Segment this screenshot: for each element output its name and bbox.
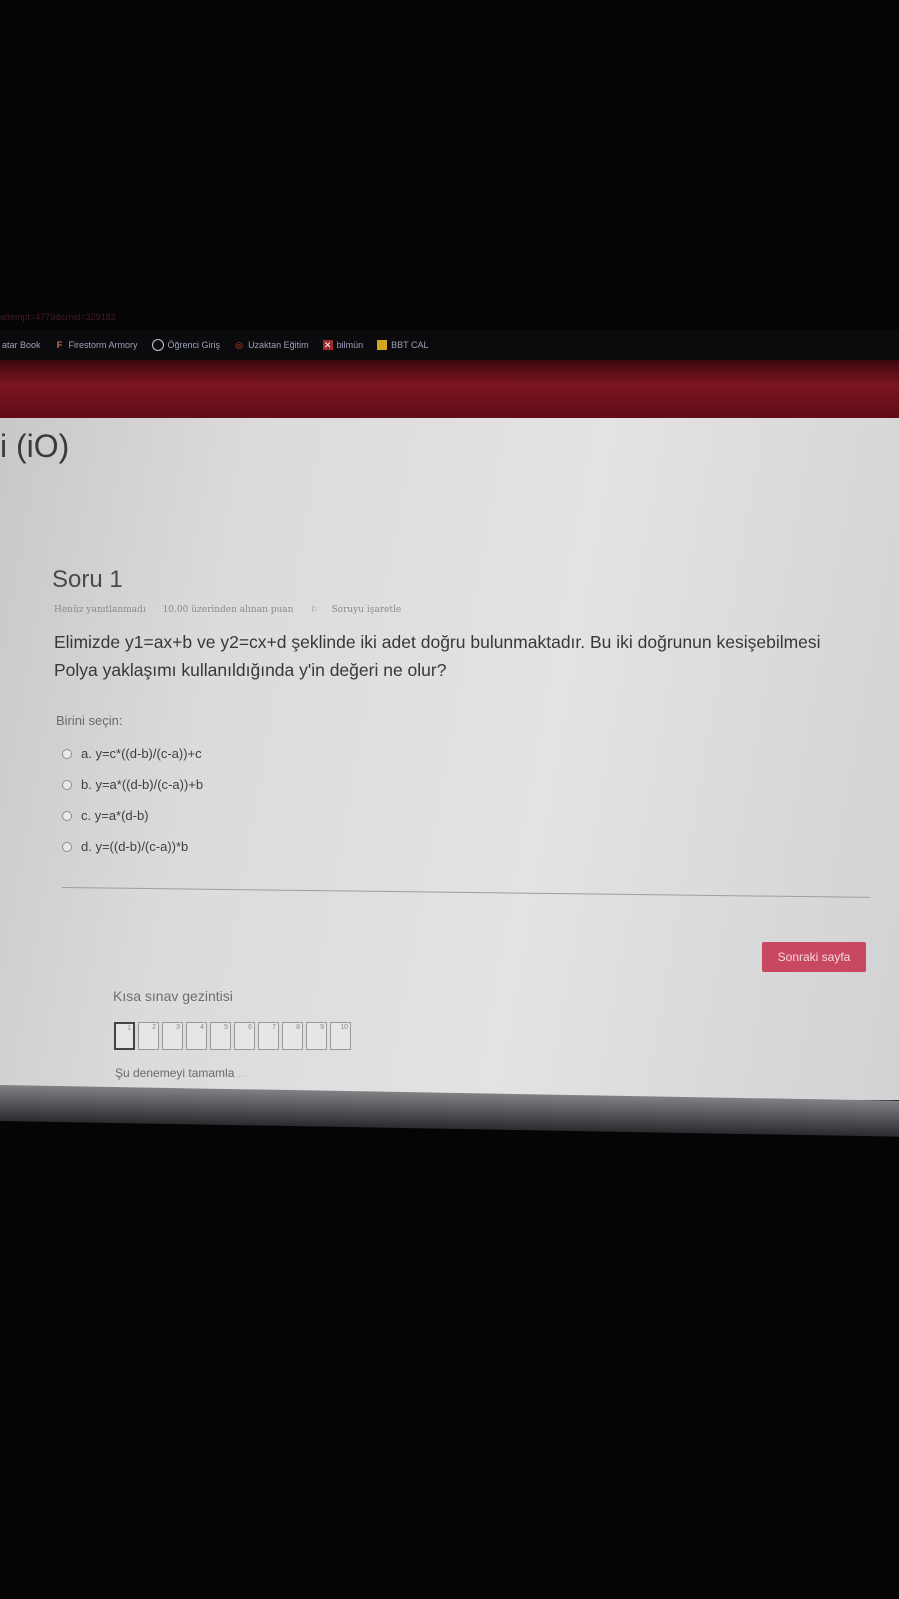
bookmark-ogrenci-giris[interactable]: Öğrenci Giriş [151,339,221,351]
next-page-button[interactable]: Sonraki sayfa [762,942,866,972]
quiz-navigation-title: Kısa sınav gezintisi [113,988,233,1004]
radio-button[interactable] [62,841,72,852]
finish-attempt-link[interactable]: Şu denemeyi tamamla ... [115,1066,248,1080]
quiz-nav-page-7[interactable]: 7 [258,1022,279,1050]
bilmun-icon: ✕ [322,340,333,350]
site-header-band [0,360,899,420]
bookmark-uzaktan-egitim[interactable]: ◎ Uzaktan Eğitim [234,340,309,350]
radio-button[interactable] [62,779,72,790]
quiz-nav-page-2[interactable]: 2 [138,1022,159,1050]
answer-option-c[interactable]: c. y=a*(d-b) [62,800,203,831]
quiz-nav-page-1[interactable]: 1 [114,1022,135,1050]
quiz-nav-page-5[interactable]: 5 [210,1022,231,1050]
bookmark-label: BBT CAL [391,340,429,350]
answer-list: a. y=c*((d-b)/(c-a))+c b. y=a*((d-b)/(c-… [62,738,203,862]
bookmark-bilmun[interactable]: ✕ bilmün [322,340,364,350]
question-title: Soru 1 [52,566,123,593]
answer-label: a. y=c*((d-b)/(c-a))+c [81,746,202,761]
question-text: Elimizde y1=ax+b ve y2=cx+d şeklinde iki… [54,632,821,680]
answer-label: d. y=((d-b)/(c-a))*b [81,839,189,854]
quiz-nav-page-3[interactable]: 3 [162,1022,183,1050]
quiz-nav-page-10[interactable]: 10 [330,1022,351,1050]
uzaktan-icon: ◎ [235,340,243,350]
radio-button[interactable] [62,810,72,821]
bookmark-bbt-cal[interactable]: BBT CAL [377,340,428,350]
address-bar-fragment[interactable]: attempt=4779&cmid=329182 [0,312,420,326]
quiz-nav-page-9[interactable]: 9 [306,1022,327,1050]
quiz-navigation-grid: 1 2 3 4 5 6 7 8 9 10 [114,1022,351,1050]
answer-option-b[interactable]: b. y=a*((d-b)/(c-a))+b [62,769,203,800]
question-points: 10.00 üzerinden alınan puan [162,605,294,615]
folder-icon [377,340,388,350]
choose-label: Birini seçin: [56,713,123,728]
quiz-nav-page-8[interactable]: 8 [282,1022,303,1050]
answer-option-a[interactable]: a. y=c*((d-b)/(c-a))+c [62,738,203,769]
question-info: Henüz yanıtlanmadı 10.00 üzerinden alına… [54,605,429,615]
quiz-nav-page-6[interactable]: 6 [234,1022,255,1050]
bookmark-label: bilmün [336,340,364,350]
quiz-nav-page-4[interactable]: 4 [186,1022,207,1050]
bookmark-atar-book[interactable]: atar Book [2,340,41,350]
globe-icon [151,339,164,351]
answer-label: b. y=a*((d-b)/(c-a))+b [81,777,204,792]
f-icon: F [56,340,63,350]
bookmark-label: Öğrenci Giriş [167,340,221,350]
bookmark-label: atar Book [2,340,41,350]
finish-attempt-ellipsis: ... [237,1066,248,1080]
flag-question-link[interactable]: ⚐ Soruyu işaretle [310,605,415,615]
flag-label: Soruyu işaretle [331,605,402,615]
flag-icon: ⚐ [310,605,318,614]
question-status: Henüz yanıtlanmadı [54,605,146,615]
course-title: i (iO) [0,428,70,464]
finish-attempt-label: Şu denemeyi tamamla [115,1066,235,1080]
bookmark-label: Uzaktan Eğitim [248,340,309,350]
answer-label: c. y=a*(d-b) [81,808,149,823]
bookmarks-bar: atar Book F Firestorm Armory Öğrenci Gir… [0,330,899,360]
answer-option-d[interactable]: d. y=((d-b)/(c-a))*b [62,831,203,862]
bookmark-firestorm-armory[interactable]: F Firestorm Armory [55,340,138,350]
bookmark-label: Firestorm Armory [68,340,138,350]
radio-button[interactable] [62,748,72,759]
